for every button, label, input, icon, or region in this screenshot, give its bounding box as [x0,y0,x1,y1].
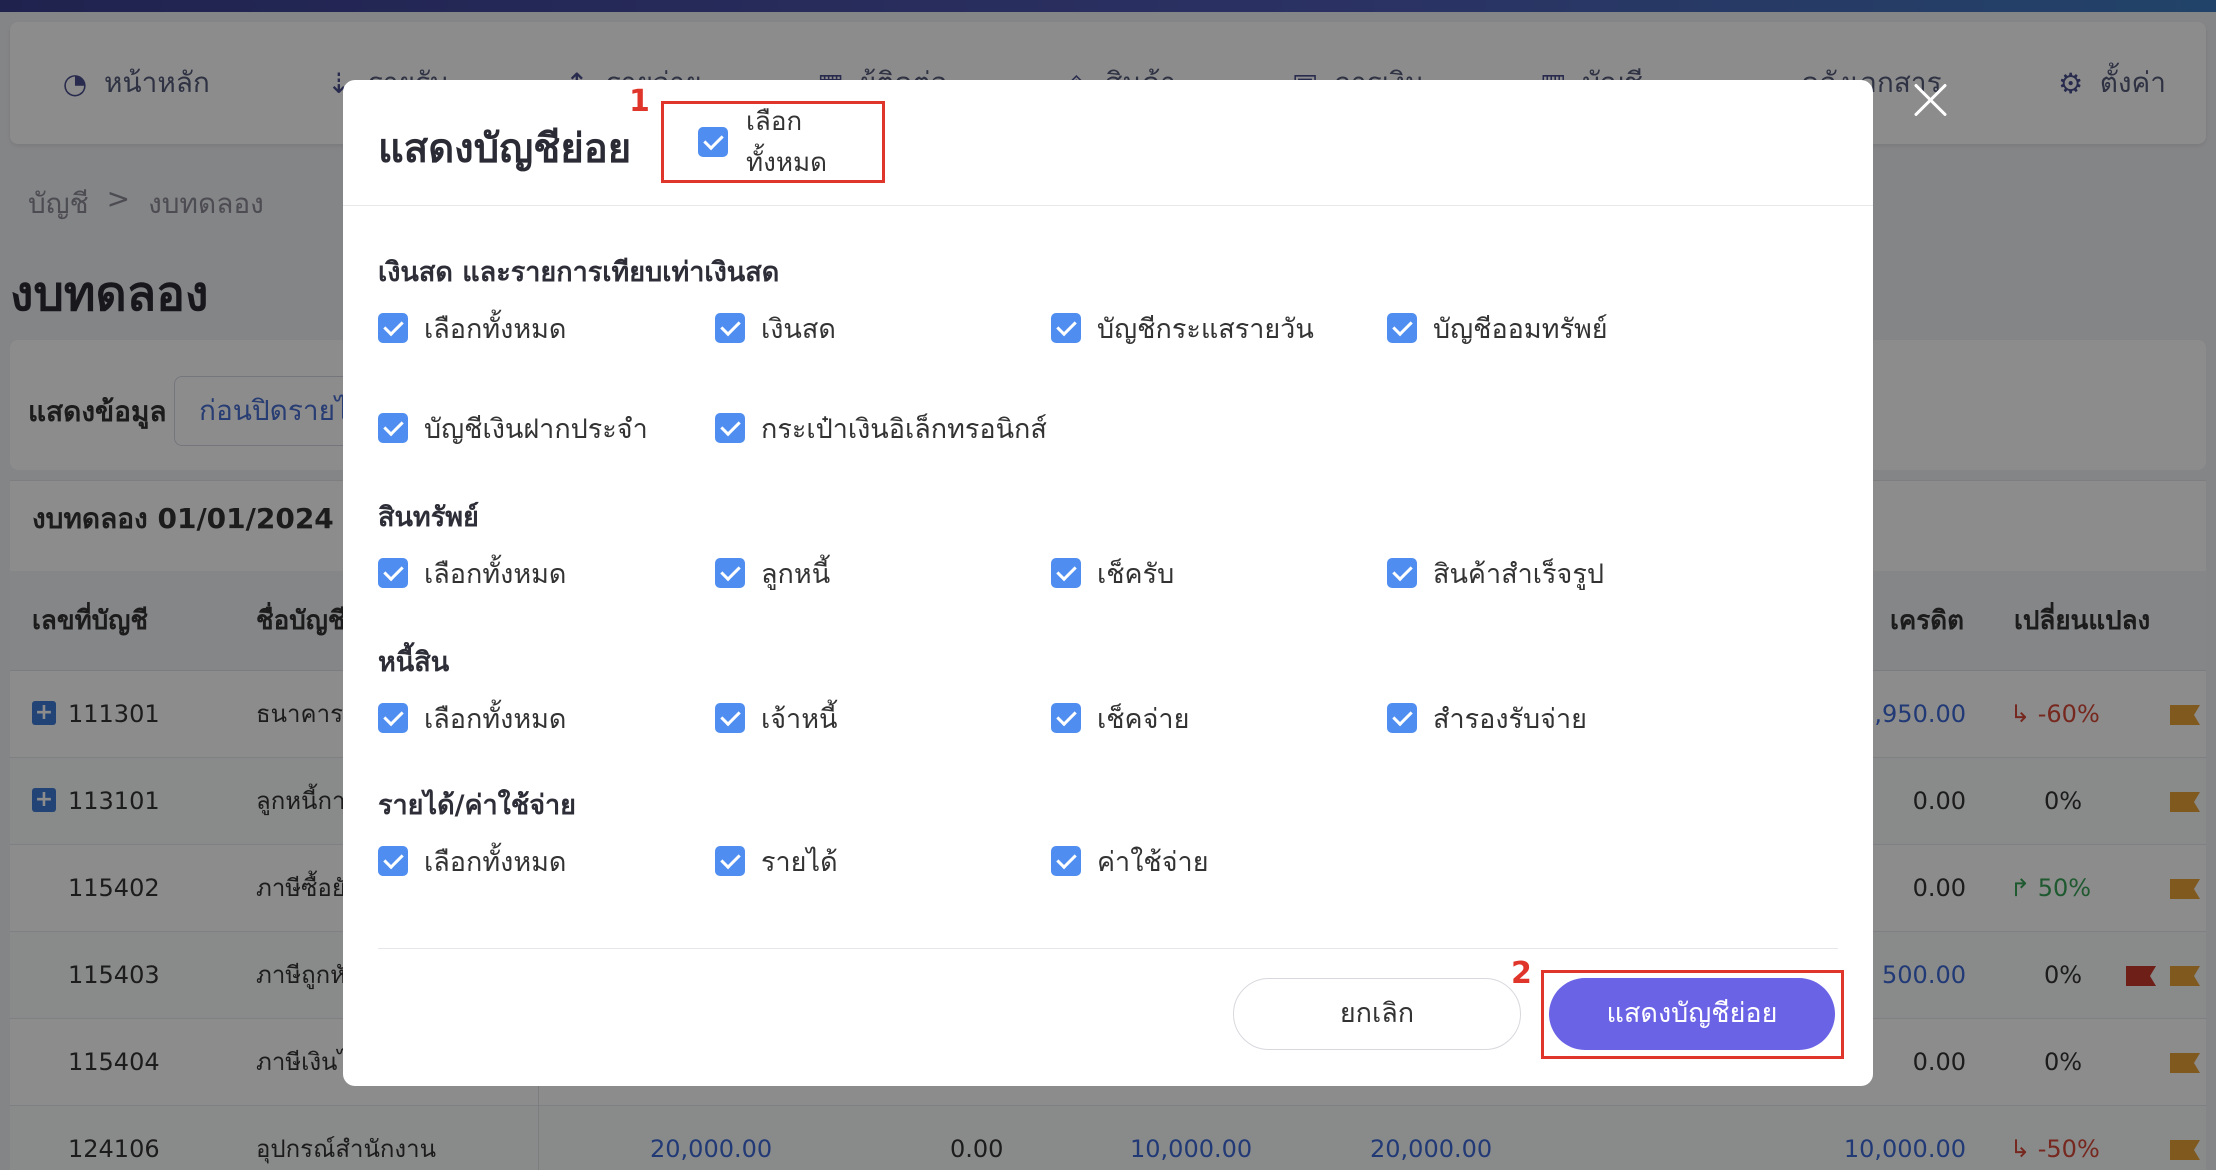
account-checkbox[interactable]: สำรองรับจ่าย [1387,698,1587,738]
checkbox-checked-icon[interactable] [378,413,408,443]
annotation-number-step1: 1 [629,84,650,119]
checkbox-checked-icon[interactable] [1387,558,1417,588]
cancel-button[interactable]: ยกเลิก [1233,978,1521,1050]
checkbox-label: บัญชีกระแสรายวัน [1097,313,1314,345]
select-all-checkbox[interactable]: เลือกทั้งหมด [378,841,566,881]
checkbox-checked-icon[interactable] [1051,703,1081,733]
account-checkbox[interactable]: กระเป๋าเงินอิเล็กทรอนิกส์ [715,408,1047,448]
checkbox-label: เงินสด [761,313,836,345]
checkbox-label: เลือกทั้งหมด [424,846,567,878]
checkbox-label: เช็ครับ [1097,558,1175,590]
annotation-box-step1 [661,101,885,183]
checkbox-checked-icon[interactable] [715,313,745,343]
account-checkbox[interactable]: บัญชีออมทรัพย์ [1387,308,1608,348]
checkbox-checked-icon[interactable] [378,846,408,876]
account-checkbox[interactable]: เช็ครับ [1051,553,1174,593]
select-all-checkbox[interactable]: เลือกทั้งหมด [378,698,566,738]
checkbox-label: เลือกทั้งหมด [424,703,567,735]
checkbox-label: เจ้าหนี้ [761,703,838,735]
sub-account-modal: แสดงบัญชีย่อย เลือกทั้งหมด เงินสด และราย… [343,80,1873,1086]
close-icon[interactable] [1910,80,1950,120]
checkbox-checked-icon[interactable] [1051,313,1081,343]
account-checkbox[interactable]: เงินสด [715,308,836,348]
account-checkbox[interactable]: บัญชีเงินฝากประจำ [378,408,648,448]
checkbox-checked-icon[interactable] [1051,846,1081,876]
checkbox-checked-icon[interactable] [1051,558,1081,588]
checkbox-checked-icon[interactable] [378,313,408,343]
select-all-checkbox[interactable]: เลือกทั้งหมด [378,308,566,348]
checkbox-label: บัญชีออมทรัพย์ [1433,313,1608,345]
checkbox-label: ค่าใช้จ่าย [1097,846,1209,878]
checkbox-checked-icon[interactable] [1387,313,1417,343]
account-checkbox[interactable]: เช็คจ่าย [1051,698,1189,738]
checkbox-checked-icon[interactable] [715,703,745,733]
account-checkbox[interactable]: ค่าใช้จ่าย [1051,841,1209,881]
account-checkbox[interactable]: ลูกหนี้ [715,553,830,593]
checkbox-checked-icon[interactable] [715,413,745,443]
checkbox-label: สำรองรับจ่าย [1433,703,1587,735]
account-checkbox[interactable]: สินค้าสำเร็จรูป [1387,553,1604,593]
account-checkbox[interactable]: เจ้าหนี้ [715,698,837,738]
checkbox-label: กระเป๋าเงินอิเล็กทรอนิกส์ [761,413,1047,445]
checkbox-label: เลือกทั้งหมด [424,313,567,345]
footer-divider [378,948,1838,949]
section-title: เงินสด และรายการเทียบเท่าเงินสด [378,257,780,288]
account-checkbox[interactable]: บัญชีกระแสรายวัน [1051,308,1314,348]
account-checkbox[interactable]: รายได้ [715,841,838,881]
checkbox-label: เช็คจ่าย [1097,703,1190,735]
checkbox-checked-icon[interactable] [378,703,408,733]
annotation-number-step2: 2 [1511,956,1532,991]
modal-header: แสดงบัญชีย่อย เลือกทั้งหมด [343,80,1873,206]
checkbox-checked-icon[interactable] [378,558,408,588]
checkbox-checked-icon[interactable] [715,558,745,588]
checkbox-label: บัญชีเงินฝากประจำ [424,413,648,445]
checkbox-checked-icon[interactable] [1387,703,1417,733]
section-title: สินทรัพย์ [378,502,479,533]
section-title: รายได้/ค่าใช้จ่าย [378,790,576,821]
checkbox-label: รายได้ [761,846,838,878]
select-all-checkbox[interactable]: เลือกทั้งหมด [378,553,566,593]
section-title: หนี้สิน [378,647,450,678]
checkbox-label: สินค้าสำเร็จรูป [1433,558,1604,590]
checkbox-label: เลือกทั้งหมด [424,558,567,590]
annotation-box-step2 [1541,970,1844,1059]
modal-title: แสดงบัญชีย่อย [378,126,632,172]
checkbox-checked-icon[interactable] [715,846,745,876]
checkbox-label: ลูกหนี้ [761,558,831,590]
